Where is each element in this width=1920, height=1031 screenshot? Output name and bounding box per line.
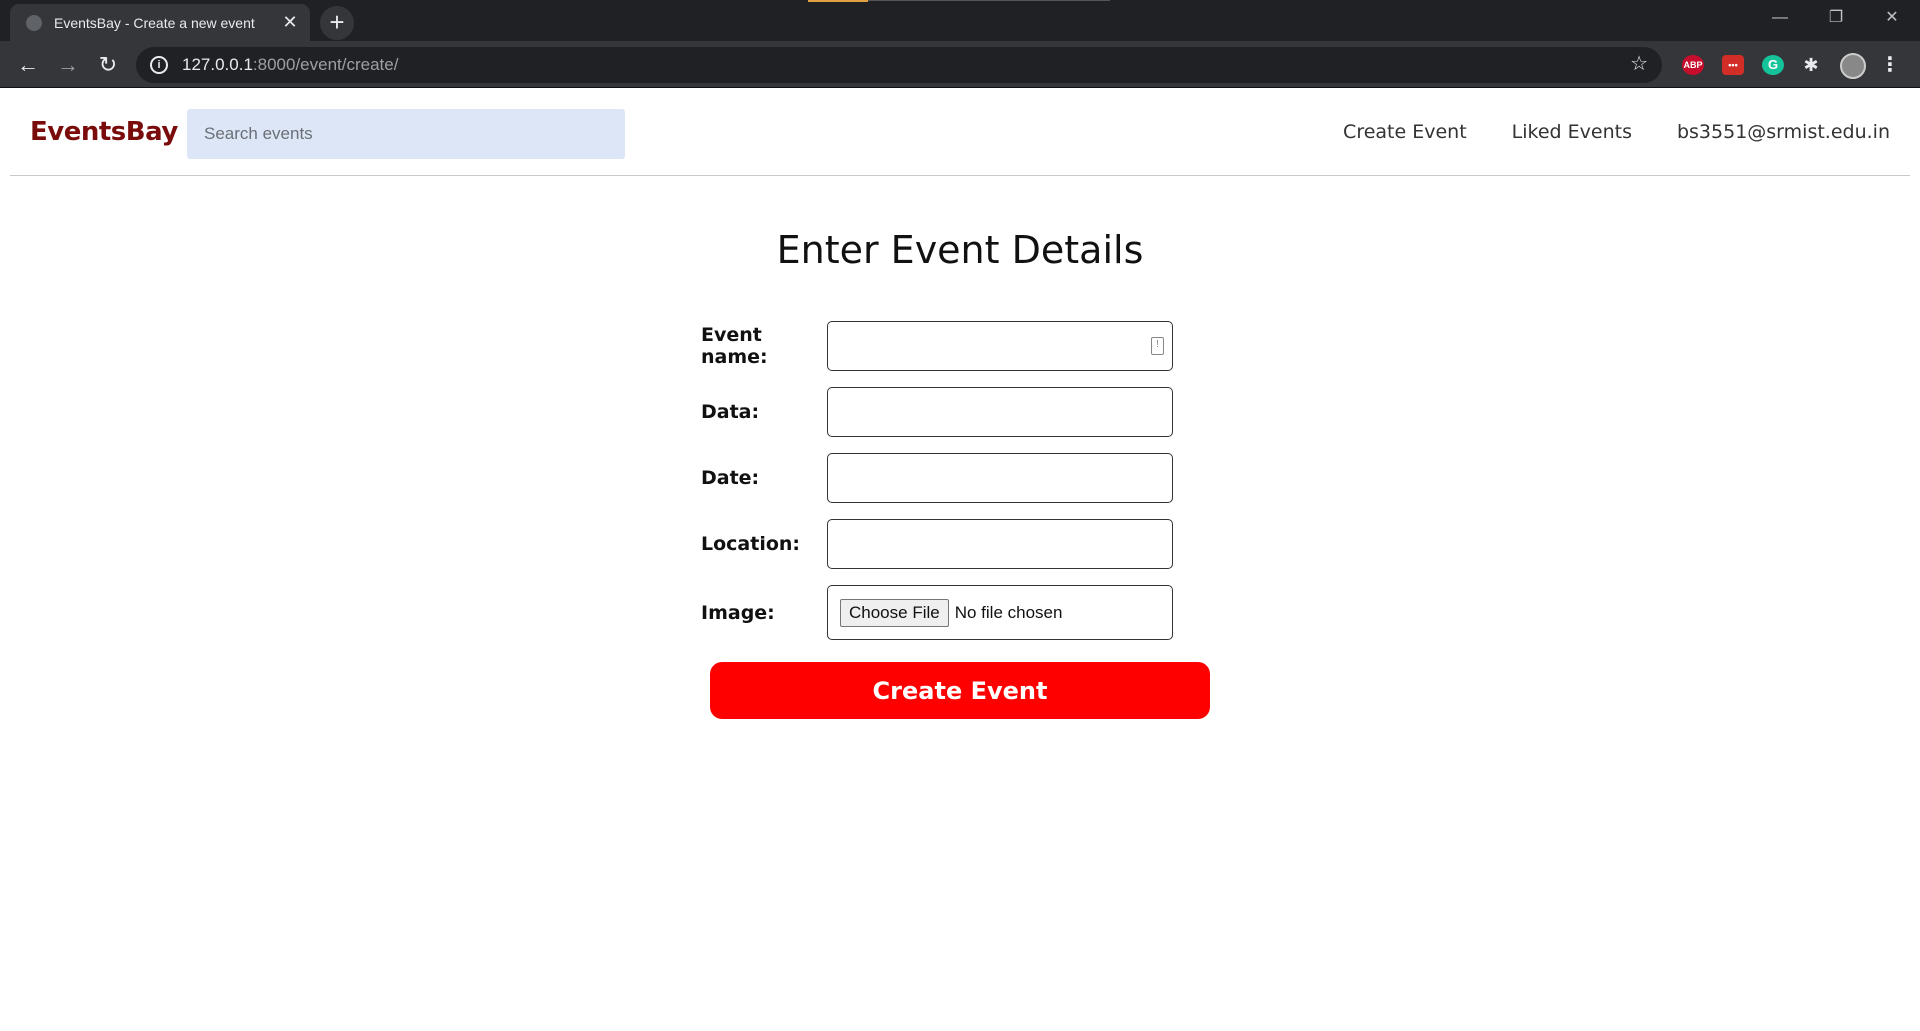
data-field[interactable] [827,387,1173,437]
date-field[interactable] [827,453,1173,503]
grammarly-extension-icon[interactable]: G [1762,55,1784,75]
nav-link-liked-events[interactable]: Liked Events [1512,121,1632,143]
field-label: Date: [701,467,760,489]
form-row-location: Location: [701,519,1173,569]
globe-icon [26,14,42,31]
form-row-data: Data: [701,387,1173,437]
tab-divider [868,0,1110,1]
field-label: Event name: [701,324,768,368]
browser-tab-active[interactable]: EventsBay - Create a new event ✕ [10,4,310,41]
create-event-button[interactable]: Create Event [710,662,1210,719]
field-label: Data: [701,401,760,423]
data-input[interactable] [828,388,1172,436]
site-navbar: EventsBay Create Event Liked Events bs35… [10,89,1910,176]
bookmark-star-icon[interactable]: ☆ [1630,51,1648,76]
url-host: 127.0.0.1 [182,55,253,74]
minimize-window-button[interactable]: — [1752,0,1808,36]
lastpass-extension-icon[interactable]: ••• [1722,55,1744,75]
adblock-extension-icon[interactable]: ABP [1682,55,1704,75]
back-arrow-icon[interactable]: ← [12,49,44,81]
brand-logo[interactable]: EventsBay [30,117,178,147]
nav-links: Create Event Liked Events bs3551@srmist.… [1343,121,1890,143]
tab-title: EventsBay - Create a new event [54,14,255,31]
date-input[interactable] [828,454,1172,502]
form-row-event-name: Event name: ! [701,321,1173,371]
image-file-field: Choose File No file chosen [827,585,1173,640]
close-window-button[interactable]: ✕ [1864,0,1920,36]
page-title: Enter Event Details [776,228,1144,272]
new-tab-button[interactable]: + [320,6,354,40]
close-tab-icon[interactable]: ✕ [280,12,300,33]
search-input[interactable] [187,109,625,159]
page-content: EventsBay Create Event Liked Events bs35… [0,89,1920,1031]
choose-file-button[interactable]: Choose File [840,598,949,627]
browser-tabstrip: EventsBay - Create a new event ✕ + — ❐ ✕ [0,0,1920,41]
event-name-field[interactable]: ! [827,321,1173,371]
reload-icon[interactable]: ↻ [92,49,124,81]
autofill-icon[interactable]: ! [1151,337,1164,355]
extensions-puzzle-icon[interactable]: ✱ [1800,55,1822,75]
form-row-image: Image: Choose File No file chosen [701,585,1173,640]
browser-toolbar: ← → ↻ i 127.0.0.1:8000/event/create/ ☆ A… [0,41,1920,88]
url-path: :8000/event/create/ [252,55,399,74]
nav-link-create-event[interactable]: Create Event [1343,121,1467,143]
tab-loading-accent [808,0,868,2]
location-input[interactable] [828,520,1172,568]
field-label: Location: [701,533,801,555]
file-status-text: No file chosen [954,602,1063,622]
forward-arrow-icon[interactable]: → [52,49,84,81]
site-info-icon[interactable]: i [150,56,168,74]
form-row-date: Date: [701,453,1173,503]
nav-link-user-account[interactable]: bs3551@srmist.edu.in [1677,121,1890,143]
window-controls: — ❐ ✕ [1752,0,1920,36]
browser-menu-icon[interactable]: ⋮ [1880,55,1900,75]
address-bar[interactable]: i 127.0.0.1:8000/event/create/ ☆ [136,47,1662,83]
restore-window-button[interactable]: ❐ [1808,0,1864,36]
field-label: Image: [701,601,775,624]
location-field[interactable] [827,519,1173,569]
event-name-input[interactable] [828,322,1172,370]
profile-avatar[interactable] [1840,53,1866,79]
